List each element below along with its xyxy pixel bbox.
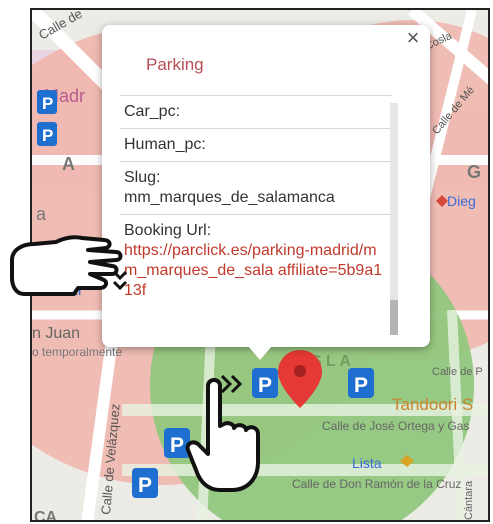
- booking-url-link[interactable]: https://parclick.es/parking-madrid/mm_ma…: [124, 241, 388, 301]
- close-icon[interactable]: ×: [402, 27, 424, 49]
- pointing-hand-icon: [10, 235, 128, 296]
- field-booking-url: Booking Url: https://parclick.es/parking…: [120, 214, 392, 307]
- parking-marker-icon[interactable]: P: [37, 90, 57, 114]
- place-label: Lista: [352, 455, 382, 471]
- street-label: Calle de P: [432, 366, 483, 378]
- svg-text:P: P: [138, 474, 152, 497]
- popup-title: Parking: [146, 55, 204, 74]
- popup-content[interactable]: Car_pc: Human_pc: Slug: mm_marques_de_sa…: [120, 95, 392, 340]
- field-label: Car_pc:: [124, 103, 181, 120]
- parking-marker-icon[interactable]: P: [132, 468, 158, 498]
- place-label: G: [467, 162, 481, 182]
- scroll-thumb[interactable]: [390, 300, 398, 335]
- street-label: Cántara: [463, 480, 475, 520]
- place-label: o temporalmente: [32, 345, 122, 359]
- place-label: n Juan: [32, 325, 80, 342]
- street-label: Calle de José Ortega y Gas: [322, 419, 469, 433]
- field-value: mm_marques_de_salamanca: [124, 189, 335, 206]
- field-label: Human_pc:: [124, 136, 206, 153]
- popup-scrollbar[interactable]: [390, 103, 398, 335]
- place-label: Tandoori S: [392, 395, 473, 414]
- field-car-pc: Car_pc:: [120, 95, 392, 128]
- place-label: Dieg: [447, 193, 476, 209]
- place-label: A: [62, 154, 75, 174]
- svg-text:P: P: [42, 94, 53, 113]
- svg-text:P: P: [354, 374, 368, 397]
- field-slug: Slug: mm_marques_de_salamanca: [120, 161, 392, 214]
- parking-marker-icon[interactable]: P: [37, 122, 57, 146]
- info-popup: × Parking Car_pc: Human_pc: Slug: mm_mar…: [102, 25, 430, 347]
- tap-hand-icon: [185, 374, 260, 492]
- svg-text:P: P: [42, 126, 53, 145]
- place-label: CA: [34, 509, 58, 522]
- street-label: Calle de Don Ramón de la Cruz: [292, 477, 461, 491]
- parking-marker-icon[interactable]: P: [348, 368, 374, 398]
- field-label: Slug:: [124, 169, 161, 186]
- field-label: Booking Url:: [124, 222, 212, 239]
- field-human-pc: Human_pc:: [120, 128, 392, 161]
- place-label: a: [36, 204, 47, 224]
- popup-tail: [248, 346, 272, 360]
